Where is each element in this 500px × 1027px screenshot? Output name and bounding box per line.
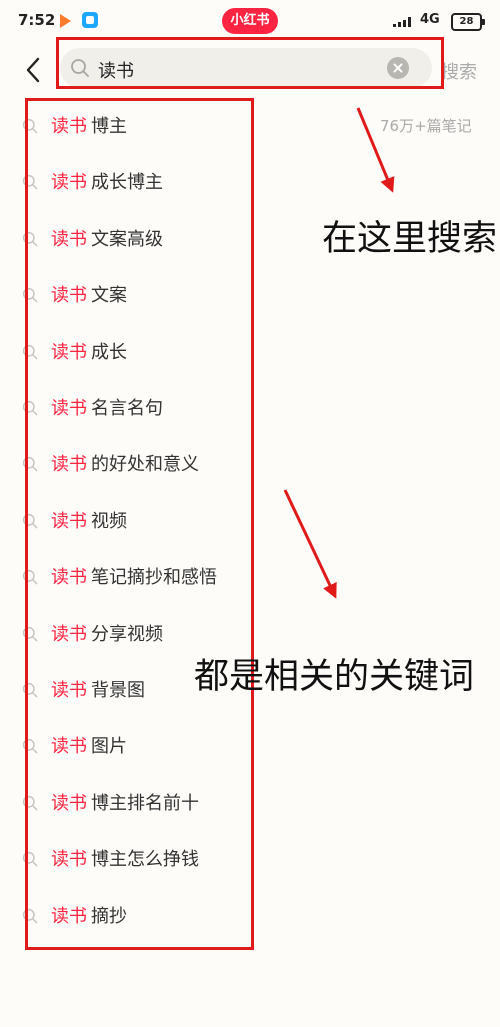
annotation-box-list — [25, 98, 254, 950]
battery-icon: 28 — [451, 13, 485, 31]
annotation-box-search — [56, 37, 444, 89]
app-notification-icon — [82, 12, 98, 28]
status-time: 7:52 — [18, 11, 56, 29]
arrow-to-list — [283, 489, 337, 599]
note-count: 76万+篇笔记 — [380, 117, 472, 135]
network-type: 4G — [420, 12, 440, 27]
annotation-related-keywords: 都是相关的关键词 — [194, 657, 475, 697]
annotation-search-here: 在这里搜索 — [322, 219, 498, 259]
search-button[interactable]: 搜索 — [441, 58, 477, 84]
video-app-icon — [60, 14, 71, 28]
signal-icon — [393, 17, 413, 27]
chevron-left-icon — [26, 57, 40, 83]
brand-badge: 小红书 — [222, 8, 278, 34]
back-button[interactable] — [20, 56, 48, 84]
